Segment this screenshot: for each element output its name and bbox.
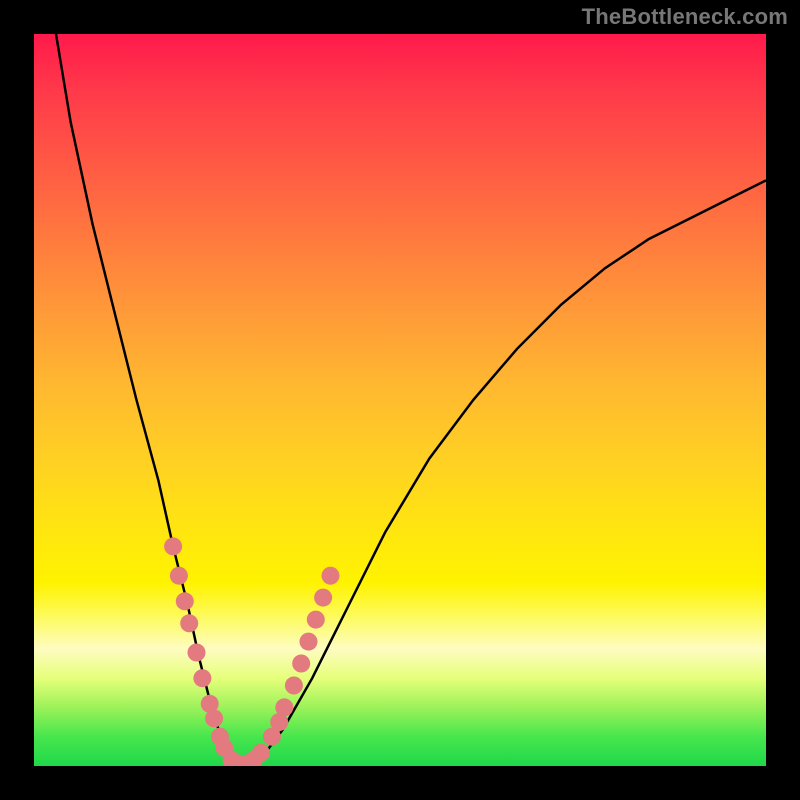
highlight-dot bbox=[170, 567, 188, 585]
highlight-dot bbox=[275, 698, 293, 716]
curve-svg bbox=[34, 34, 766, 766]
highlight-dot bbox=[285, 677, 303, 695]
highlight-dot bbox=[292, 655, 310, 673]
highlight-dot bbox=[205, 709, 223, 727]
highlight-dot bbox=[180, 614, 198, 632]
highlight-dot bbox=[314, 589, 332, 607]
marker-group bbox=[164, 537, 339, 766]
watermark-text: TheBottleneck.com bbox=[582, 4, 788, 30]
chart-frame: TheBottleneck.com bbox=[0, 0, 800, 800]
bottleneck-curve bbox=[56, 34, 766, 766]
highlight-dot bbox=[307, 611, 325, 629]
highlight-dot bbox=[300, 633, 318, 651]
highlight-dot bbox=[176, 592, 194, 610]
highlight-dot bbox=[164, 537, 182, 555]
highlight-dot bbox=[322, 567, 340, 585]
plot-area bbox=[34, 34, 766, 766]
highlight-dot bbox=[252, 744, 270, 762]
highlight-dot bbox=[193, 669, 211, 687]
highlight-dot bbox=[188, 644, 206, 662]
